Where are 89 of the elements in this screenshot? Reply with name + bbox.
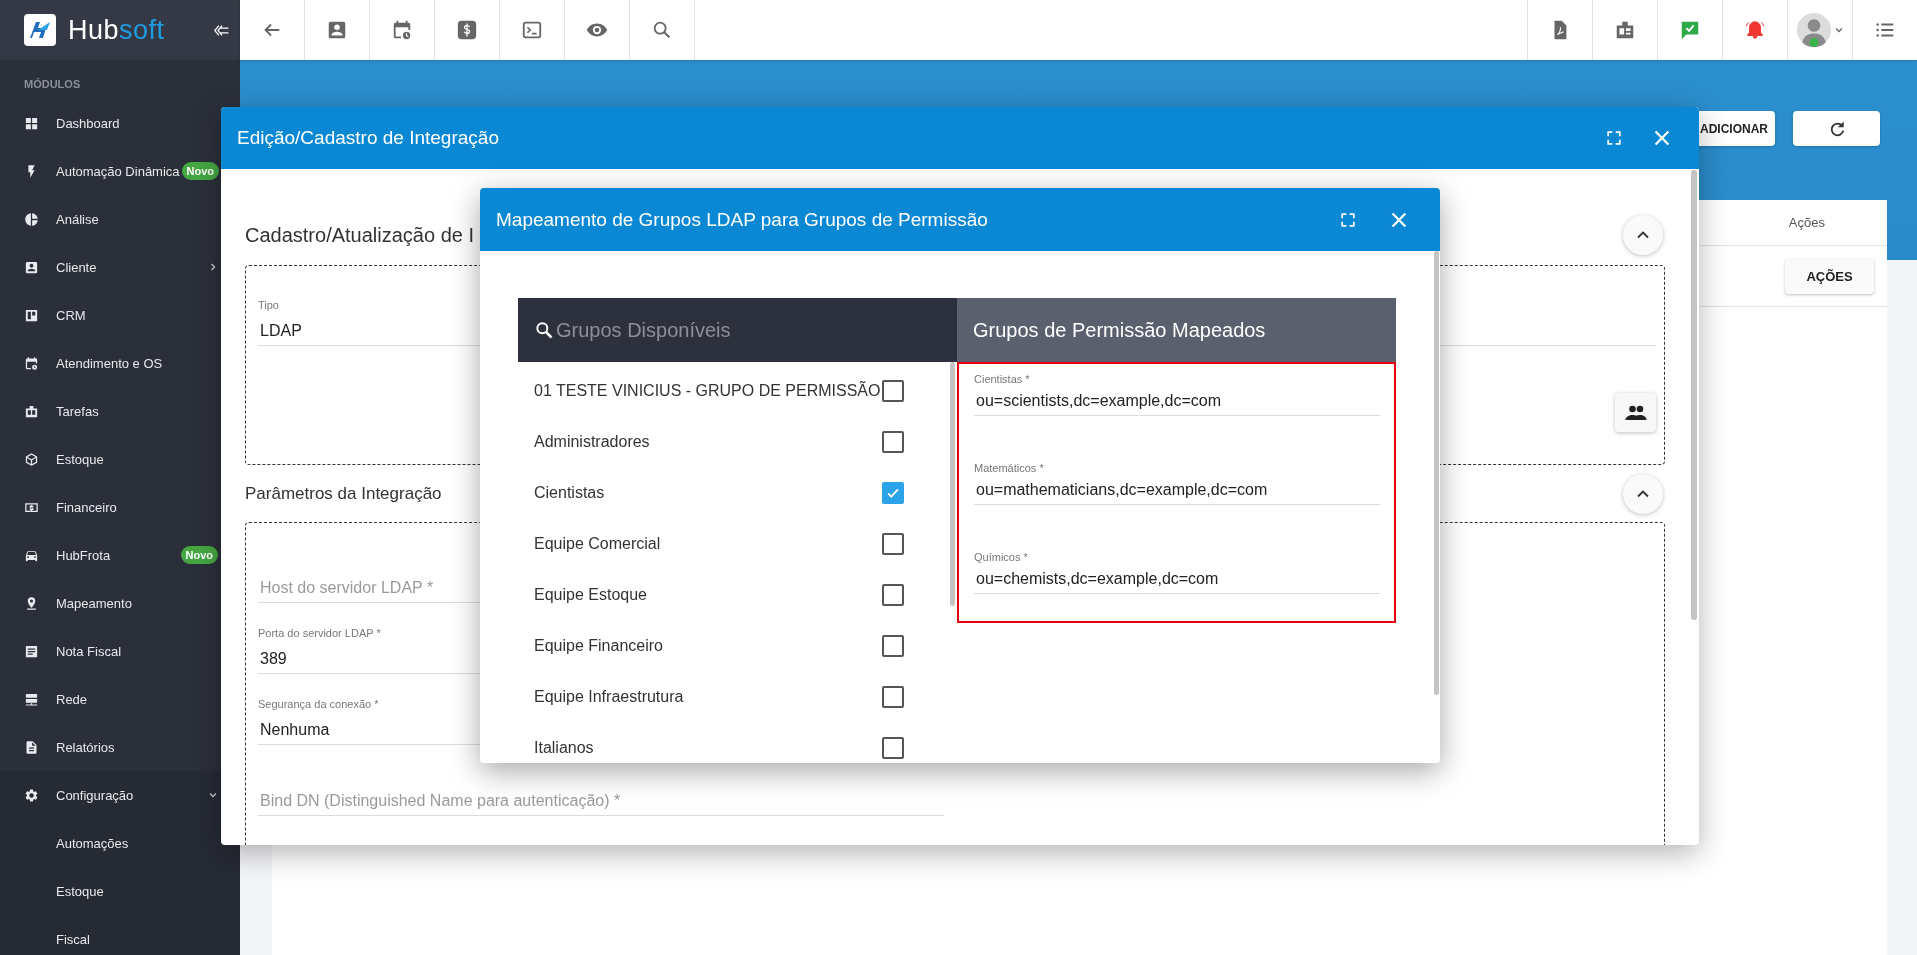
panel-header: Grupos de Permissão Mapeados <box>957 298 1396 362</box>
new-badge: Novo <box>180 546 218 564</box>
toolbar-button[interactable] <box>435 0 500 60</box>
nav-item[interactable]: Atendimento e OS <box>0 339 240 387</box>
nav-item[interactable]: Mapeamento <box>0 579 240 627</box>
nav-item[interactable]: Análise <box>0 195 240 243</box>
nav-item[interactable]: Financeiro <box>0 483 240 531</box>
building-icon <box>1614 19 1636 41</box>
search-input[interactable]: Grupos Disponíveis <box>556 318 916 342</box>
pie-chart-icon <box>24 211 39 227</box>
toolbar-button[interactable] <box>1592 0 1657 60</box>
section-title: Parâmetros da Integração <box>245 483 442 504</box>
toolbar-button[interactable] <box>1722 0 1787 60</box>
settings-icon <box>24 787 39 803</box>
column-header: Ações <box>1788 215 1825 230</box>
search-icon <box>534 320 554 340</box>
checkbox[interactable] <box>882 736 904 759</box>
group-label: Administradores <box>534 432 650 451</box>
actions-button[interactable]: AÇÕES <box>1785 258 1874 294</box>
user-menu-button[interactable] <box>1787 0 1852 60</box>
checkbox[interactable] <box>882 481 904 504</box>
building-icon <box>24 403 39 419</box>
chat-check-icon <box>1679 19 1701 41</box>
logo-icon <box>24 14 56 46</box>
toolbar-button[interactable] <box>1657 0 1722 60</box>
toolbar-button[interactable] <box>565 0 630 60</box>
nav-item[interactable]: Automação Dinâmica Novo <box>0 147 240 195</box>
scrollbar[interactable] <box>1691 170 1697 620</box>
dollar-icon <box>456 19 478 41</box>
avatar-icon <box>1796 12 1832 48</box>
nav-item[interactable]: Tarefas <box>0 387 240 435</box>
board-icon <box>24 307 39 323</box>
server-icon <box>24 691 39 707</box>
group-label: Equipe Comercial <box>534 534 661 553</box>
grid-icon <box>24 115 39 131</box>
toolbar-button[interactable] <box>500 0 565 60</box>
contact-card-icon <box>24 259 39 275</box>
group-label: Italianos <box>534 738 594 757</box>
brand-name: Hubsoft <box>68 14 166 46</box>
nav-item[interactable]: HubFrota Novo <box>0 531 240 579</box>
search-icon <box>651 19 673 41</box>
checkbox[interactable] <box>882 685 904 708</box>
input-field[interactable]: Químicos * ou=chemists,dc=example,dc=com <box>974 550 1380 594</box>
bell-icon <box>1744 19 1766 41</box>
toolbar-button[interactable] <box>1527 0 1592 60</box>
group-label: Equipe Financeiro <box>534 636 663 655</box>
nav-item[interactable]: Cliente <box>0 243 240 291</box>
nav-item[interactable]: Rede <box>0 675 240 723</box>
group-label: Equipe Estoque <box>534 585 647 604</box>
scrollbar[interactable] <box>950 362 955 606</box>
nav-item[interactable]: Nota Fiscal <box>0 627 240 675</box>
scrollbar[interactable] <box>1434 251 1439 695</box>
dialog-title: Edição/Cadastro de Integração <box>237 127 500 149</box>
nav-item[interactable]: CRM <box>0 291 240 339</box>
caret-icon <box>1834 25 1844 35</box>
list-icon <box>24 643 39 659</box>
checkbox[interactable] <box>882 379 904 402</box>
nav-item[interactable]: Configuração <box>0 771 240 819</box>
toolbar-button[interactable] <box>370 0 435 60</box>
fullscreen-icon[interactable] <box>1604 128 1624 148</box>
search-field[interactable]: Grupos Disponíveis <box>518 298 957 362</box>
nav-subitem[interactable]: Fiscal <box>0 915 240 955</box>
checkbox[interactable] <box>882 634 904 657</box>
new-badge: Novo <box>181 162 220 180</box>
collapse-arrow-icon[interactable] <box>214 23 230 37</box>
refresh-button[interactable] <box>1793 111 1880 146</box>
checkbox[interactable] <box>882 532 904 555</box>
contact-card-icon <box>326 19 348 41</box>
calendar-clock-icon <box>391 19 413 41</box>
input-field[interactable]: Matemáticos * ou=mathematicians,dc=example,dc=com <box>974 461 1380 505</box>
groups-button[interactable] <box>1615 393 1656 432</box>
toolbar-button[interactable] <box>305 0 370 60</box>
checkbox[interactable] <box>882 430 904 453</box>
nav-subitem[interactable]: Estoque <box>0 867 240 915</box>
terminal-icon <box>521 19 543 41</box>
nav-item[interactable]: Estoque <box>0 435 240 483</box>
group-label: 01 TESTE VINICIUS - GRUPO DE PERMISSÃO <box>534 381 881 400</box>
nav-item[interactable]: Relatórios <box>0 723 240 771</box>
map-pin-icon <box>24 595 39 611</box>
cube-icon <box>24 451 39 467</box>
document-icon <box>24 739 39 755</box>
group-label: Cientistas <box>534 483 605 502</box>
group-label: Equipe Infraestrutura <box>534 687 684 706</box>
dialog-title: Mapeamento de Grupos LDAP para Grupos de Permissão <box>496 208 989 231</box>
input-field[interactable]: Cientistas * ou=scientists,dc=example,dc=com <box>974 372 1380 416</box>
calendar-clock-icon <box>24 355 39 371</box>
section-label: MÓDULOS <box>23 77 82 92</box>
checkbox[interactable] <box>882 583 904 606</box>
section-title: Cadastro/Atualização de I <box>245 223 475 247</box>
